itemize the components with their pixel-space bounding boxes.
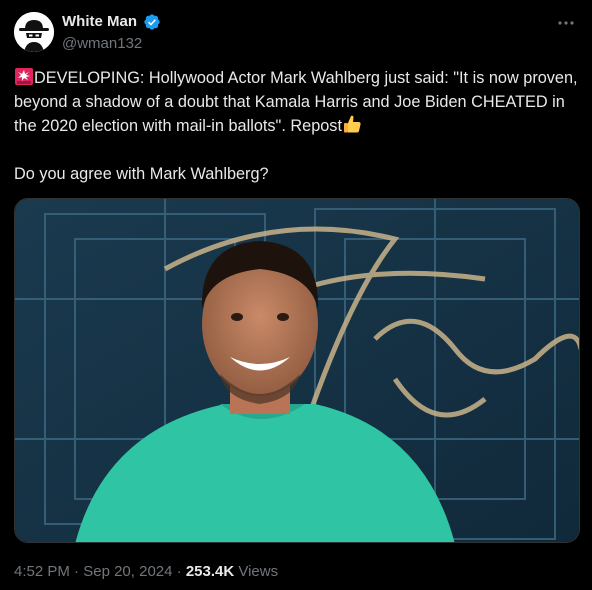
thumbs-up-emoji-icon: [343, 115, 361, 133]
post-question-text: Do you agree with Mark Wahlberg?: [14, 165, 269, 183]
author-info: White Man @wman132: [62, 12, 161, 54]
post-time[interactable]: 4:52 PM: [14, 563, 70, 580]
author-handle[interactable]: @wman132: [62, 34, 161, 54]
ellipsis-icon: [558, 21, 574, 25]
post-date[interactable]: Sep 20, 2024: [83, 563, 172, 580]
more-options-button[interactable]: [554, 14, 578, 32]
meta-separator: ·: [74, 563, 80, 580]
avatar[interactable]: [14, 12, 54, 52]
meta-separator: ·: [176, 563, 182, 580]
post-media-image[interactable]: [14, 198, 580, 543]
views-count[interactable]: 253.4K: [186, 563, 234, 580]
views-label: Views: [238, 563, 279, 580]
verified-badge-icon[interactable]: [143, 13, 161, 31]
post-metadata: 4:52 PM · Sep 20, 2024 · 253.4K Views: [14, 562, 278, 582]
hat-mask-avatar-icon: [14, 12, 54, 52]
author-display-name[interactable]: White Man: [62, 12, 137, 32]
post-header: White Man @wman132: [14, 12, 580, 56]
post-body-text: DEVELOPING: Hollywood Actor Mark Wahlber…: [14, 69, 583, 135]
photo-of-smiling-man-in-teal-shirt: [15, 199, 579, 542]
siren-emoji-icon: [15, 68, 33, 85]
post-text: DEVELOPING: Hollywood Actor Mark Wahlber…: [14, 66, 580, 186]
post-body-paragraph: DEVELOPING: Hollywood Actor Mark Wahlber…: [14, 66, 580, 138]
